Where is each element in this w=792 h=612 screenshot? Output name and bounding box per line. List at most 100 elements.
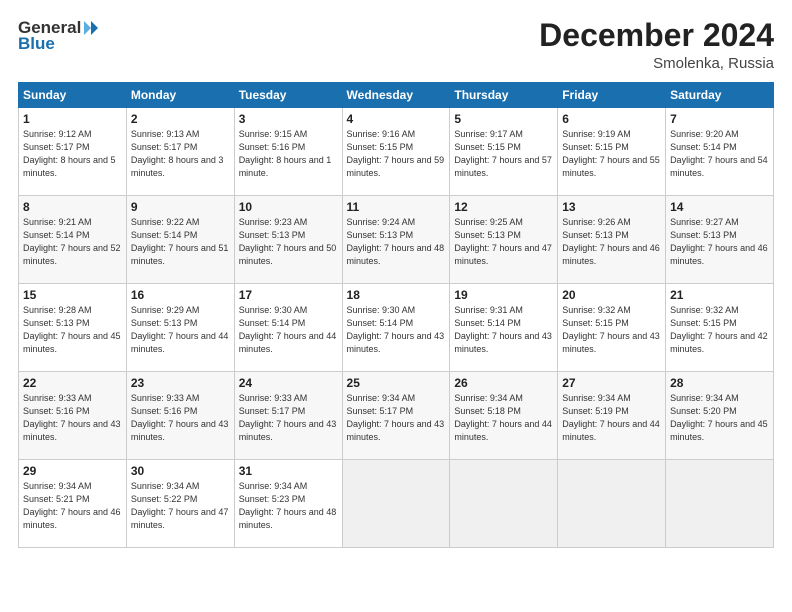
day-number: 16 (131, 288, 230, 302)
table-row: 12 Sunrise: 9:25 AM Sunset: 5:13 PM Dayl… (450, 196, 558, 284)
day-number: 12 (454, 200, 553, 214)
header: General Blue December 2024 Smolenka, Rus… (18, 18, 774, 72)
day-info: Sunrise: 9:24 AM Sunset: 5:13 PM Dayligh… (347, 216, 446, 268)
day-info: Sunrise: 9:28 AM Sunset: 5:13 PM Dayligh… (23, 304, 122, 356)
day-info: Sunrise: 9:33 AM Sunset: 5:17 PM Dayligh… (239, 392, 338, 444)
table-row: 28 Sunrise: 9:34 AM Sunset: 5:20 PM Dayl… (666, 372, 774, 460)
day-info: Sunrise: 9:16 AM Sunset: 5:15 PM Dayligh… (347, 128, 446, 180)
day-number: 10 (239, 200, 338, 214)
table-row: 5 Sunrise: 9:17 AM Sunset: 5:15 PM Dayli… (450, 108, 558, 196)
page: General Blue December 2024 Smolenka, Rus… (0, 0, 792, 612)
day-number: 1 (23, 112, 122, 126)
day-number: 20 (562, 288, 661, 302)
table-row: 10 Sunrise: 9:23 AM Sunset: 5:13 PM Dayl… (234, 196, 342, 284)
table-row: 22 Sunrise: 9:33 AM Sunset: 5:16 PM Dayl… (19, 372, 127, 460)
week-row-3: 15 Sunrise: 9:28 AM Sunset: 5:13 PM Dayl… (19, 284, 774, 372)
table-row: 17 Sunrise: 9:30 AM Sunset: 5:14 PM Dayl… (234, 284, 342, 372)
day-number: 15 (23, 288, 122, 302)
table-row: 26 Sunrise: 9:34 AM Sunset: 5:18 PM Dayl… (450, 372, 558, 460)
day-info: Sunrise: 9:22 AM Sunset: 5:14 PM Dayligh… (131, 216, 230, 268)
day-number: 24 (239, 376, 338, 390)
week-row-4: 22 Sunrise: 9:33 AM Sunset: 5:16 PM Dayl… (19, 372, 774, 460)
day-number: 8 (23, 200, 122, 214)
table-row: 2 Sunrise: 9:13 AM Sunset: 5:17 PM Dayli… (126, 108, 234, 196)
day-number: 4 (347, 112, 446, 126)
day-info: Sunrise: 9:34 AM Sunset: 5:21 PM Dayligh… (23, 480, 122, 532)
day-number: 19 (454, 288, 553, 302)
table-row: 4 Sunrise: 9:16 AM Sunset: 5:15 PM Dayli… (342, 108, 450, 196)
table-row: 25 Sunrise: 9:34 AM Sunset: 5:17 PM Dayl… (342, 372, 450, 460)
day-number: 29 (23, 464, 122, 478)
table-row: 30 Sunrise: 9:34 AM Sunset: 5:22 PM Dayl… (126, 460, 234, 548)
table-row: 21 Sunrise: 9:32 AM Sunset: 5:15 PM Dayl… (666, 284, 774, 372)
day-info: Sunrise: 9:23 AM Sunset: 5:13 PM Dayligh… (239, 216, 338, 268)
day-number: 9 (131, 200, 230, 214)
day-number: 18 (347, 288, 446, 302)
table-row: 9 Sunrise: 9:22 AM Sunset: 5:14 PM Dayli… (126, 196, 234, 284)
table-row: 8 Sunrise: 9:21 AM Sunset: 5:14 PM Dayli… (19, 196, 127, 284)
week-row-1: 1 Sunrise: 9:12 AM Sunset: 5:17 PM Dayli… (19, 108, 774, 196)
day-number: 27 (562, 376, 661, 390)
table-row: 7 Sunrise: 9:20 AM Sunset: 5:14 PM Dayli… (666, 108, 774, 196)
table-row: 27 Sunrise: 9:34 AM Sunset: 5:19 PM Dayl… (558, 372, 666, 460)
location: Smolenka, Russia (539, 55, 774, 72)
day-info: Sunrise: 9:33 AM Sunset: 5:16 PM Dayligh… (23, 392, 122, 444)
day-number: 11 (347, 200, 446, 214)
title-block: December 2024 Smolenka, Russia (539, 18, 774, 72)
table-row: 3 Sunrise: 9:15 AM Sunset: 5:16 PM Dayli… (234, 108, 342, 196)
table-row: 13 Sunrise: 9:26 AM Sunset: 5:13 PM Dayl… (558, 196, 666, 284)
day-info: Sunrise: 9:34 AM Sunset: 5:18 PM Dayligh… (454, 392, 553, 444)
col-saturday: Saturday (666, 83, 774, 108)
day-info: Sunrise: 9:21 AM Sunset: 5:14 PM Dayligh… (23, 216, 122, 268)
day-info: Sunrise: 9:34 AM Sunset: 5:20 PM Dayligh… (670, 392, 769, 444)
day-number: 21 (670, 288, 769, 302)
day-number: 2 (131, 112, 230, 126)
week-row-2: 8 Sunrise: 9:21 AM Sunset: 5:14 PM Dayli… (19, 196, 774, 284)
table-row: 20 Sunrise: 9:32 AM Sunset: 5:15 PM Dayl… (558, 284, 666, 372)
day-number: 25 (347, 376, 446, 390)
day-number: 22 (23, 376, 122, 390)
day-info: Sunrise: 9:13 AM Sunset: 5:17 PM Dayligh… (131, 128, 230, 180)
day-info: Sunrise: 9:26 AM Sunset: 5:13 PM Dayligh… (562, 216, 661, 268)
table-row: 23 Sunrise: 9:33 AM Sunset: 5:16 PM Dayl… (126, 372, 234, 460)
day-info: Sunrise: 9:32 AM Sunset: 5:15 PM Dayligh… (670, 304, 769, 356)
col-sunday: Sunday (19, 83, 127, 108)
table-row: 31 Sunrise: 9:34 AM Sunset: 5:23 PM Dayl… (234, 460, 342, 548)
col-wednesday: Wednesday (342, 83, 450, 108)
logo: General Blue (18, 18, 101, 54)
day-info: Sunrise: 9:19 AM Sunset: 5:15 PM Dayligh… (562, 128, 661, 180)
day-info: Sunrise: 9:27 AM Sunset: 5:13 PM Dayligh… (670, 216, 769, 268)
day-info: Sunrise: 9:20 AM Sunset: 5:14 PM Dayligh… (670, 128, 769, 180)
table-row: 18 Sunrise: 9:30 AM Sunset: 5:14 PM Dayl… (342, 284, 450, 372)
day-info: Sunrise: 9:17 AM Sunset: 5:15 PM Dayligh… (454, 128, 553, 180)
col-friday: Friday (558, 83, 666, 108)
day-number: 26 (454, 376, 553, 390)
calendar-header-row: Sunday Monday Tuesday Wednesday Thursday… (19, 83, 774, 108)
day-info: Sunrise: 9:15 AM Sunset: 5:16 PM Dayligh… (239, 128, 338, 180)
day-number: 28 (670, 376, 769, 390)
logo-icon (82, 19, 100, 37)
table-row (342, 460, 450, 548)
day-number: 13 (562, 200, 661, 214)
day-number: 7 (670, 112, 769, 126)
table-row: 6 Sunrise: 9:19 AM Sunset: 5:15 PM Dayli… (558, 108, 666, 196)
day-info: Sunrise: 9:32 AM Sunset: 5:15 PM Dayligh… (562, 304, 661, 356)
table-row: 11 Sunrise: 9:24 AM Sunset: 5:13 PM Dayl… (342, 196, 450, 284)
col-thursday: Thursday (450, 83, 558, 108)
table-row: 29 Sunrise: 9:34 AM Sunset: 5:21 PM Dayl… (19, 460, 127, 548)
table-row: 15 Sunrise: 9:28 AM Sunset: 5:13 PM Dayl… (19, 284, 127, 372)
day-number: 3 (239, 112, 338, 126)
day-info: Sunrise: 9:30 AM Sunset: 5:14 PM Dayligh… (347, 304, 446, 356)
day-number: 5 (454, 112, 553, 126)
table-row: 1 Sunrise: 9:12 AM Sunset: 5:17 PM Dayli… (19, 108, 127, 196)
table-row: 16 Sunrise: 9:29 AM Sunset: 5:13 PM Dayl… (126, 284, 234, 372)
day-info: Sunrise: 9:34 AM Sunset: 5:17 PM Dayligh… (347, 392, 446, 444)
day-info: Sunrise: 9:34 AM Sunset: 5:19 PM Dayligh… (562, 392, 661, 444)
table-row (558, 460, 666, 548)
day-info: Sunrise: 9:31 AM Sunset: 5:14 PM Dayligh… (454, 304, 553, 356)
day-info: Sunrise: 9:33 AM Sunset: 5:16 PM Dayligh… (131, 392, 230, 444)
day-number: 23 (131, 376, 230, 390)
day-number: 14 (670, 200, 769, 214)
table-row: 24 Sunrise: 9:33 AM Sunset: 5:17 PM Dayl… (234, 372, 342, 460)
table-row (450, 460, 558, 548)
